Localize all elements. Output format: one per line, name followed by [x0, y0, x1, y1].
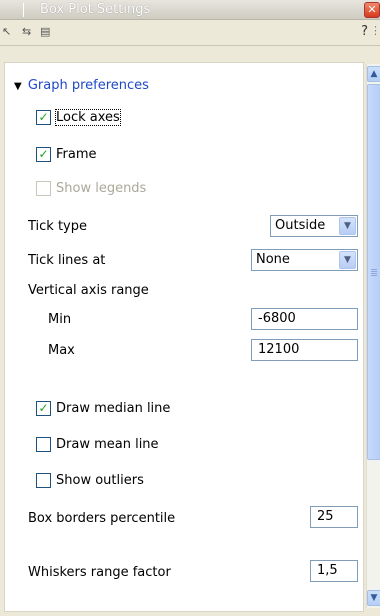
min-label: Min [48, 312, 72, 327]
section-graph-preferences[interactable]: ▼ Graph preferences [14, 78, 149, 93]
layout-icon[interactable]: ▤ [40, 24, 50, 40]
show-outliers-checkbox[interactable] [36, 472, 51, 488]
tick-lines-value: None [256, 252, 290, 267]
help-icon[interactable]: ? [361, 24, 368, 39]
tick-lines-select[interactable]: None ▼ [251, 249, 358, 271]
collapse-triangle-icon[interactable]: ▼ [14, 81, 22, 92]
scroll-thumb[interactable] [367, 84, 380, 460]
tick-type-value: Outside [275, 218, 326, 233]
show-outliers-option[interactable]: Show outliers [36, 470, 144, 490]
min-input[interactable]: -6800 [251, 308, 358, 330]
vertical-axis-range-label: Vertical axis range [28, 283, 149, 298]
draw-mean-label: Draw mean line [56, 436, 159, 452]
show-legends-label: Show legends [56, 180, 147, 196]
scroll-down-button[interactable]: ▼ [367, 590, 380, 606]
window-title-bar: Box Plot Settings ✕ [0, 0, 380, 20]
tick-type-label: Tick type [28, 219, 88, 234]
box-borders-label: Box borders percentile [28, 511, 176, 526]
cursor-arrows-icon[interactable]: ⇆ [22, 24, 31, 40]
box-borders-input[interactable]: 25 [310, 506, 358, 528]
frame-option[interactable]: ✓ Frame [36, 144, 97, 164]
show-legends-checkbox [36, 180, 51, 196]
chevron-down-icon[interactable]: ▼ [339, 217, 356, 235]
lock-axes-checkbox[interactable]: ✓ [36, 109, 51, 125]
close-icon: ✕ [367, 3, 377, 16]
show-legends-option: Show legends [36, 178, 146, 198]
title-grip [6, 3, 24, 17]
tick-type-select[interactable]: Outside ▼ [270, 215, 358, 237]
box-borders-value: 25 [317, 509, 334, 524]
scroll-up-button[interactable]: ▲ [367, 66, 380, 82]
max-input[interactable]: 12100 [251, 339, 358, 361]
window-title: Box Plot Settings [40, 2, 151, 17]
frame-label: Frame [56, 146, 97, 162]
section-title: Graph preferences [27, 78, 149, 93]
draw-median-label: Draw median line [56, 400, 171, 416]
cursor-arrow-icon[interactable]: ↖ [2, 24, 11, 40]
tick-lines-label: Tick lines at [28, 253, 106, 268]
show-outliers-label: Show outliers [56, 472, 144, 488]
draw-median-option[interactable]: ✓ Draw median line [36, 398, 170, 418]
whiskers-label: Whiskers range factor [28, 565, 171, 580]
draw-mean-checkbox[interactable] [36, 436, 51, 452]
lock-axes-label: Lock axes [55, 108, 121, 126]
close-button[interactable]: ✕ [364, 2, 380, 18]
whiskers-value: 1,5 [317, 563, 338, 578]
frame-checkbox[interactable]: ✓ [36, 146, 51, 162]
draw-mean-option[interactable]: Draw mean line [36, 434, 159, 454]
vertical-scrollbar[interactable]: ▲ ▼ [366, 64, 380, 608]
more-icon[interactable]: ⋮ [370, 24, 380, 40]
draw-median-checkbox[interactable]: ✓ [36, 400, 51, 416]
whiskers-input[interactable]: 1,5 [310, 560, 358, 582]
max-label: Max [48, 343, 75, 358]
scroll-grip-icon [371, 269, 377, 270]
min-value: -6800 [258, 311, 296, 326]
toolbar: ↖ ⇆ ▤ ? ⋮ [0, 20, 380, 46]
lock-axes-option[interactable]: ✓ Lock axes [36, 107, 121, 127]
max-value: 12100 [258, 342, 300, 357]
chevron-down-icon[interactable]: ▼ [339, 251, 356, 269]
